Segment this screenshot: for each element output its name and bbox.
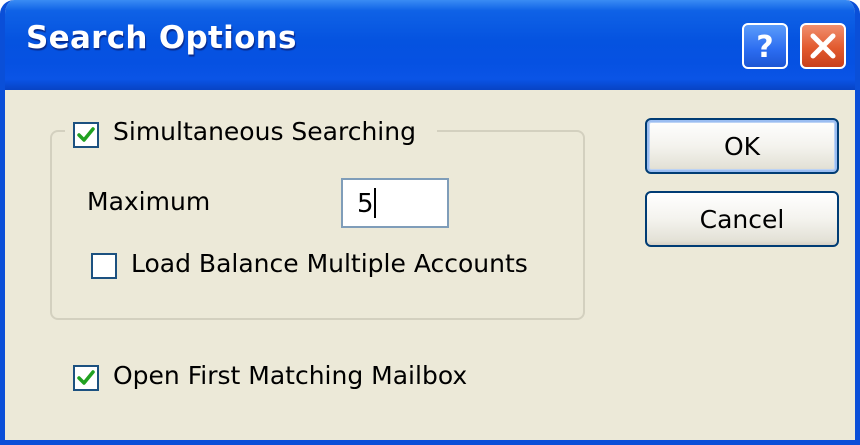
title-bar[interactable]: Search Options ? bbox=[5, 0, 855, 90]
open-first-matching-mailbox-label: Open First Matching Mailbox bbox=[113, 361, 468, 390]
maximum-input[interactable]: 5 bbox=[341, 178, 449, 228]
checkmark-icon bbox=[77, 370, 95, 385]
close-icon bbox=[810, 33, 836, 59]
cancel-button[interactable]: Cancel bbox=[645, 191, 839, 247]
help-button[interactable]: ? bbox=[742, 23, 788, 69]
search-options-dialog: Search Options ? Simultaneous Searching … bbox=[0, 0, 860, 445]
load-balance-checkbox[interactable] bbox=[91, 253, 117, 279]
help-glyph: ? bbox=[756, 30, 773, 65]
simultaneous-searching-label: Simultaneous Searching bbox=[113, 117, 416, 146]
maximum-value: 5 bbox=[357, 189, 374, 219]
simultaneous-searching-group bbox=[50, 130, 585, 320]
maximum-label: Maximum bbox=[87, 187, 211, 216]
ok-button[interactable]: OK bbox=[645, 118, 839, 174]
open-first-matching-mailbox-checkbox[interactable] bbox=[73, 365, 99, 391]
text-caret bbox=[374, 188, 376, 218]
close-button[interactable] bbox=[800, 23, 846, 69]
checkmark-icon bbox=[77, 127, 95, 142]
load-balance-label: Load Balance Multiple Accounts bbox=[131, 249, 528, 278]
help-icon: ? bbox=[756, 30, 773, 65]
dialog-title: Search Options bbox=[26, 20, 297, 56]
simultaneous-searching-checkbox[interactable] bbox=[73, 122, 99, 148]
